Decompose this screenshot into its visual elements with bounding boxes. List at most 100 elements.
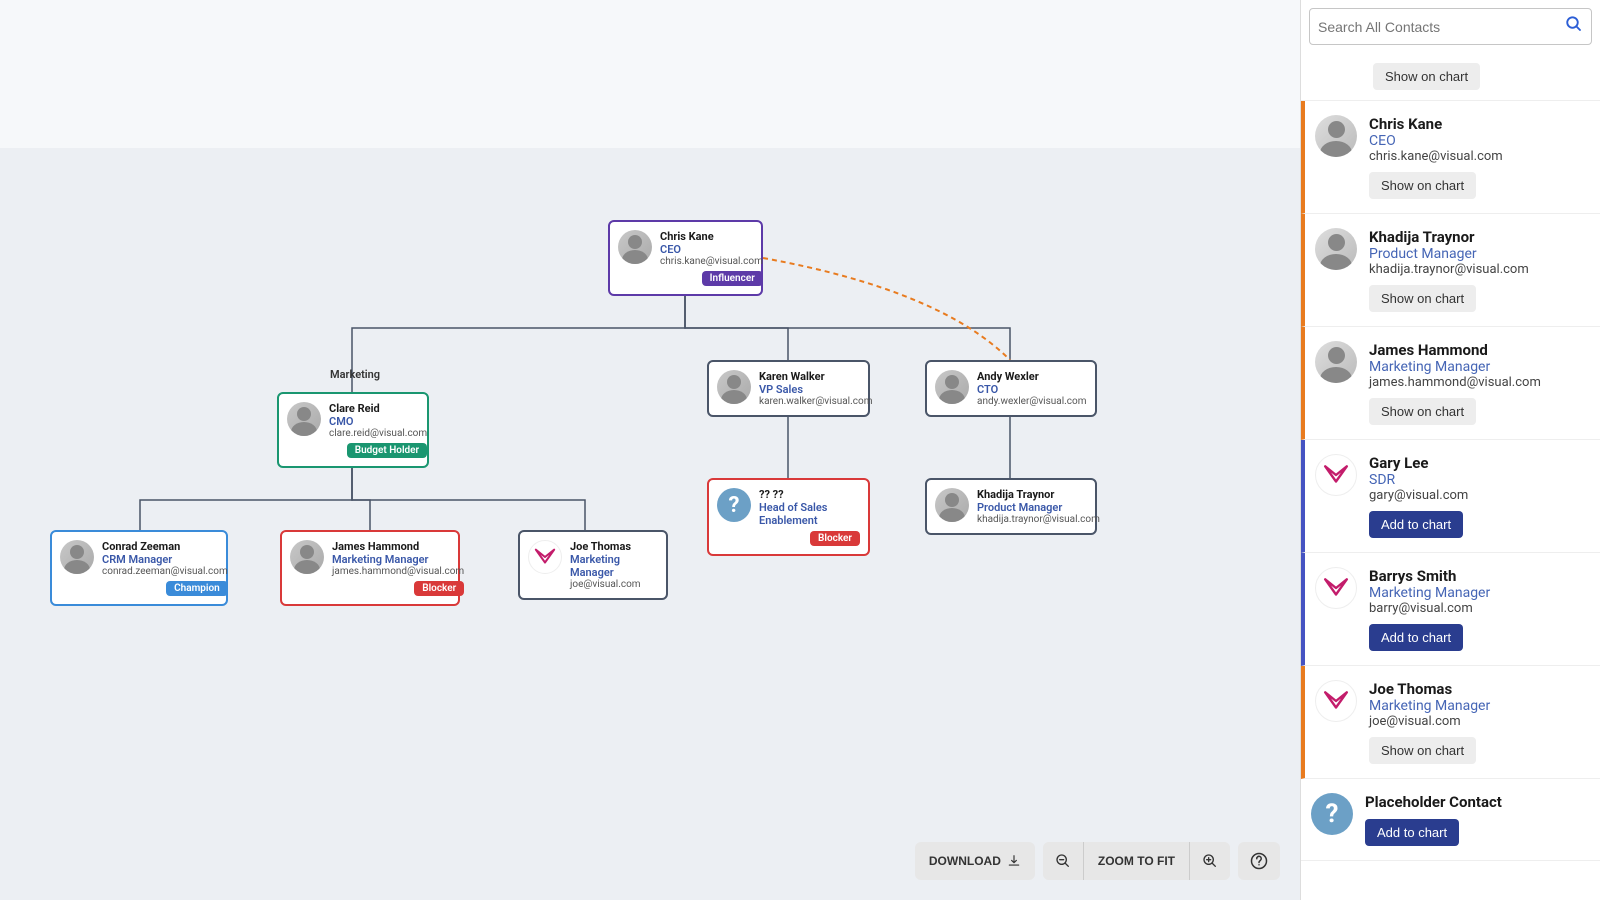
contact-title: Marketing Manager: [1369, 585, 1586, 601]
logo-icon: [1315, 567, 1357, 609]
zoom-fit-label: ZOOM TO FIT: [1098, 854, 1175, 868]
contact-name: Joe Thomas: [1369, 680, 1586, 698]
contact-item[interactable]: James HammondMarketing Managerjames.hamm…: [1301, 327, 1600, 440]
node-andy[interactable]: Andy Wexler CTO andy.wexler@visual.com: [925, 360, 1097, 417]
download-icon: [1007, 854, 1021, 868]
node-title: VP Sales: [759, 383, 872, 396]
show-on-chart-button[interactable]: Show on chart: [1369, 398, 1476, 425]
show-on-chart-button[interactable]: Show on chart: [1369, 172, 1476, 199]
node-title: Product Manager: [977, 501, 1100, 514]
node-name: Chris Kane: [660, 230, 763, 243]
avatar: [717, 370, 751, 404]
node-unknown[interactable]: ? ?? ?? Head of Sales Enablement Blocker: [707, 478, 870, 556]
node-email: clare.reid@visual.com: [329, 428, 427, 439]
logo-icon: [1315, 680, 1357, 722]
node-email: andy.wexler@visual.com: [977, 396, 1087, 407]
help-button[interactable]: [1238, 842, 1280, 880]
node-title: Head of Sales Enablement: [759, 501, 860, 527]
node-email: james.hammond@visual.com: [332, 566, 464, 577]
zoom-fit-button[interactable]: ZOOM TO FIT: [1084, 842, 1189, 880]
download-label: DOWNLOAD: [929, 854, 1001, 868]
contact-title: CEO: [1369, 133, 1586, 149]
node-name: Clare Reid: [329, 402, 427, 415]
contact-email: khadija.traynor@visual.com: [1369, 262, 1586, 277]
zoom-out-button[interactable]: [1043, 842, 1083, 880]
connector-lines: [0, 0, 1300, 900]
node-clare[interactable]: Clare Reid CMO clare.reid@visual.com Bud…: [277, 392, 429, 468]
contact-item[interactable]: Barrys SmithMarketing Managerbarry@visua…: [1301, 553, 1600, 666]
avatar: [618, 230, 652, 264]
orphan-show-on-chart: Show on chart: [1301, 53, 1600, 101]
placeholder-avatar: ?: [717, 488, 751, 522]
node-email: conrad.zeeman@visual.com: [102, 566, 228, 577]
placeholder-avatar: ?: [1311, 793, 1353, 835]
avatar: [935, 488, 969, 522]
node-email: karen.walker@visual.com: [759, 396, 872, 407]
contact-email: chris.kane@visual.com: [1369, 149, 1586, 164]
zoom-out-icon: [1055, 853, 1071, 869]
contact-email: gary@visual.com: [1369, 488, 1586, 503]
search-input[interactable]: [1318, 19, 1565, 35]
node-name: Khadija Traynor: [977, 488, 1100, 501]
zoom-in-button[interactable]: [1190, 842, 1230, 880]
node-email: chris.kane@visual.com: [660, 256, 763, 267]
node-title: CRM Manager: [102, 553, 228, 566]
node-joe[interactable]: Joe Thomas Marketing Manager joe@visual.…: [518, 530, 668, 600]
contact-title: Marketing Manager: [1369, 698, 1586, 714]
contact-name: Chris Kane: [1369, 115, 1586, 133]
contact-name: Khadija Traynor: [1369, 228, 1586, 246]
help-icon: [1250, 852, 1268, 870]
contact-item[interactable]: Joe ThomasMarketing Managerjoe@visual.co…: [1301, 666, 1600, 779]
contact-item[interactable]: Gary LeeSDRgary@visual.com Add to chart: [1301, 440, 1600, 553]
logo-icon: [528, 540, 562, 574]
node-name: Conrad Zeeman: [102, 540, 228, 553]
node-title: CTO: [977, 383, 1087, 396]
add-to-chart-button[interactable]: Add to chart: [1369, 624, 1463, 651]
contact-title: SDR: [1369, 472, 1586, 488]
badge-influencer: Influencer: [702, 271, 763, 286]
contact-item[interactable]: Chris KaneCEOchris.kane@visual.com Show o…: [1301, 101, 1600, 214]
contact-title: Product Manager: [1369, 246, 1586, 262]
download-button[interactable]: DOWNLOAD: [915, 842, 1035, 880]
badge-blocker: Blocker: [414, 581, 464, 596]
node-james[interactable]: James Hammond Marketing Manager james.ha…: [280, 530, 460, 606]
contact-item[interactable]: ? Placeholder Contact Add to chart: [1301, 779, 1600, 861]
node-name: James Hammond: [332, 540, 464, 553]
node-conrad[interactable]: Conrad Zeeman CRM Manager conrad.zeeman@…: [50, 530, 228, 606]
badge-blocker: Blocker: [810, 531, 860, 546]
node-title: Marketing Manager: [570, 553, 658, 579]
node-name: Joe Thomas: [570, 540, 658, 553]
contact-title: Marketing Manager: [1369, 359, 1586, 375]
add-to-chart-button[interactable]: Add to chart: [1365, 819, 1459, 846]
avatar: [1315, 115, 1357, 157]
add-to-chart-button[interactable]: Add to chart: [1369, 511, 1463, 538]
node-title: Marketing Manager: [332, 553, 464, 566]
dept-label-marketing: Marketing: [330, 368, 380, 381]
logo-icon: [1315, 454, 1357, 496]
contact-email: joe@visual.com: [1369, 714, 1586, 729]
badge-champion: Champion: [166, 581, 228, 596]
node-chris[interactable]: Chris Kane CEO chris.kane@visual.com Inf…: [608, 220, 763, 296]
node-karen[interactable]: Karen Walker VP Sales karen.walker@visua…: [707, 360, 870, 417]
avatar: [287, 402, 321, 436]
contact-item[interactable]: Khadija TraynorProduct Managerkhadija.tr…: [1301, 214, 1600, 327]
contact-name: Gary Lee: [1369, 454, 1586, 472]
node-email: joe@visual.com: [570, 579, 658, 590]
avatar: [935, 370, 969, 404]
contacts-sidebar: Show on chart Chris KaneCEOchris.kane@vi…: [1300, 0, 1600, 900]
show-on-chart-button[interactable]: Show on chart: [1369, 285, 1476, 312]
search-icon[interactable]: [1565, 15, 1583, 38]
contact-email: james.hammond@visual.com: [1369, 375, 1586, 390]
node-name: ?? ??: [759, 488, 860, 501]
node-name: Andy Wexler: [977, 370, 1087, 383]
show-on-chart-button[interactable]: Show on chart: [1373, 63, 1480, 90]
show-on-chart-button[interactable]: Show on chart: [1369, 737, 1476, 764]
node-khadija[interactable]: Khadija Traynor Product Manager khadija.…: [925, 478, 1097, 535]
contact-name: Placeholder Contact: [1365, 793, 1586, 811]
contact-name: Barrys Smith: [1369, 567, 1586, 585]
search-box[interactable]: [1309, 8, 1592, 45]
node-title: CMO: [329, 415, 427, 428]
avatar: [290, 540, 324, 574]
org-chart-canvas[interactable]: Chris Kane CEO chris.kane@visual.com Inf…: [0, 0, 1300, 900]
avatar: [1315, 341, 1357, 383]
